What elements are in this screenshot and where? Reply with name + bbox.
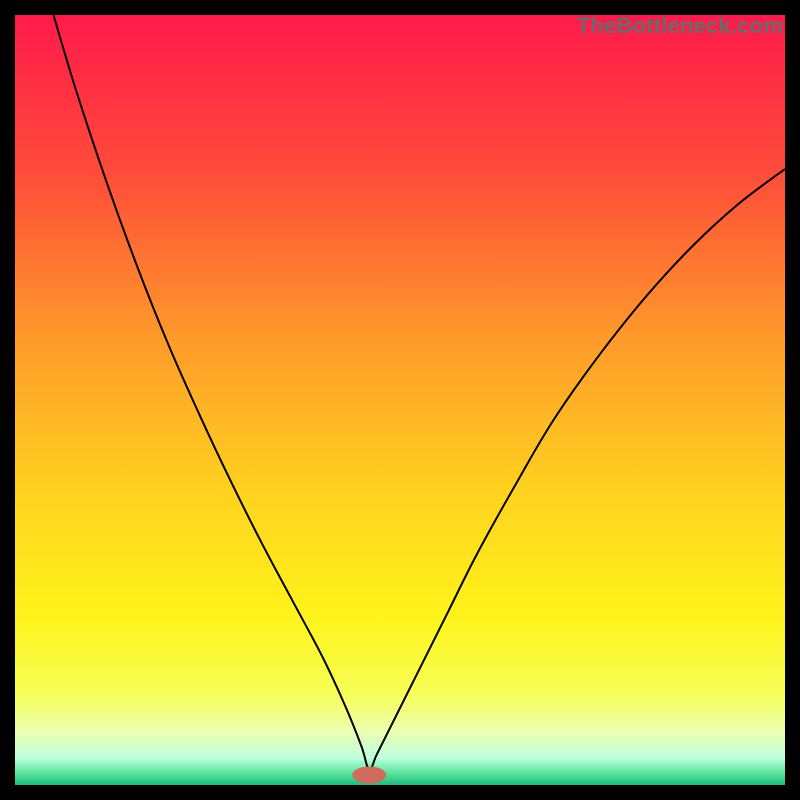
watermark-label: TheBottleneck.com bbox=[577, 13, 783, 39]
optimal-marker bbox=[352, 767, 386, 784]
chart-plot bbox=[15, 15, 785, 785]
chart-frame: TheBottleneck.com bbox=[15, 15, 785, 785]
chart-background bbox=[15, 15, 785, 785]
